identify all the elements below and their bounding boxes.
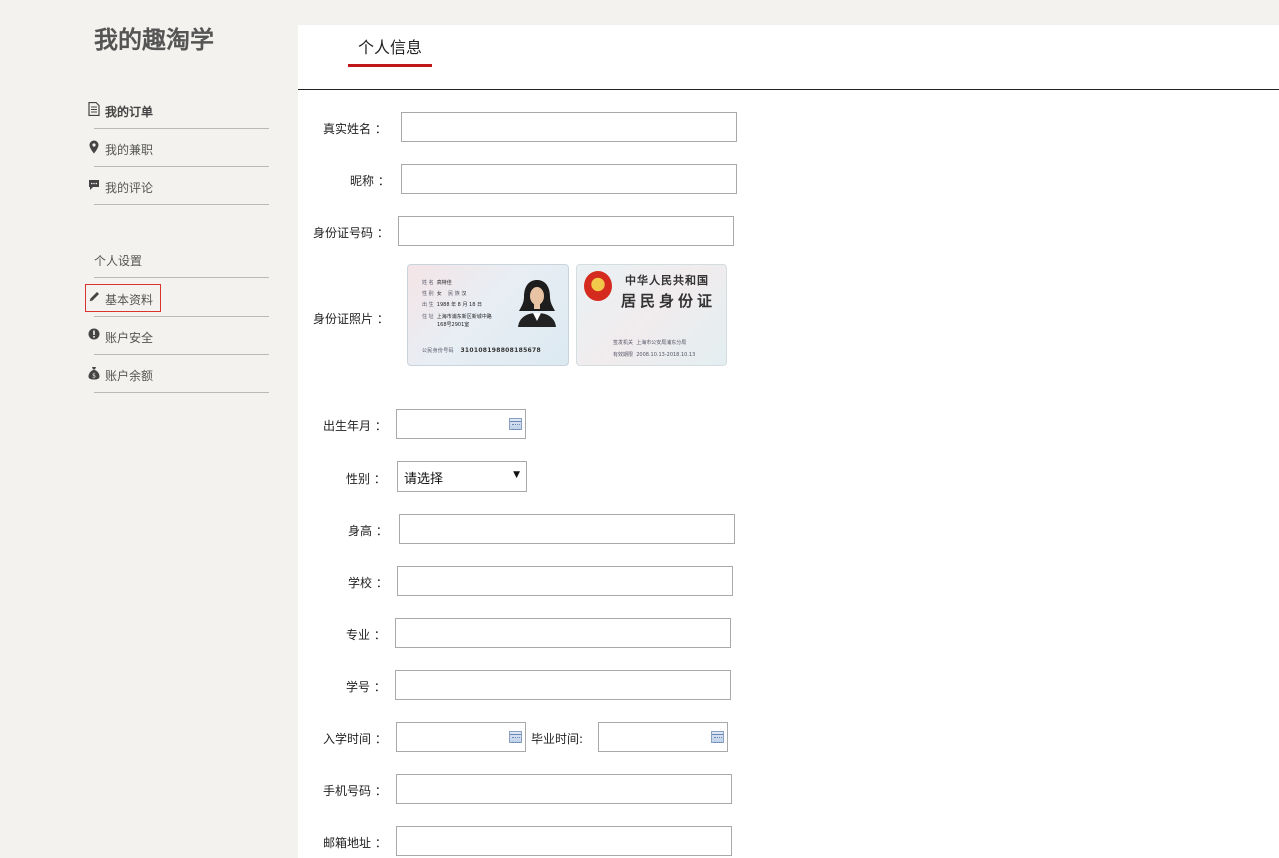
id-address-line1: 上海市浦东新区新城中路: [436, 314, 492, 320]
id-number-label: 身份证号码 ：: [313, 226, 389, 240]
id-address-line2: 168号2901室: [437, 322, 470, 328]
id-ethnicity-key: 民 族: [448, 291, 460, 297]
nickname-label: 昵称 ：: [350, 174, 390, 188]
real-name-label: 真实姓名 ：: [323, 122, 387, 136]
id-back-title2: 居民身份证: [621, 292, 717, 310]
major-input[interactable]: [395, 618, 731, 648]
id-card-front-image[interactable]: 姓 名 高特佳 性 别 女 民 族 汉 出 生 1988 年 8 月 18 日 …: [407, 264, 569, 366]
id-address-key: 住 址: [422, 314, 434, 320]
phone-input[interactable]: [396, 774, 732, 804]
school-label: 学校 ：: [348, 576, 388, 590]
id-birth-key: 出 生: [422, 302, 434, 308]
pencil-icon: [89, 292, 99, 302]
sidebar-item-orders[interactable]: 我的订单: [88, 91, 269, 129]
sidebar-item-account-balance[interactable]: $ 账户余额: [88, 355, 269, 393]
gender-label: 性别 ：: [346, 472, 386, 486]
divider: [298, 89, 1279, 90]
comment-icon: [89, 180, 99, 190]
id-number-value: 310108198808185678: [460, 347, 541, 354]
id-back-title1: 中华人民共和国: [625, 274, 709, 287]
student-number-label: 学号 ：: [346, 680, 386, 694]
birth-label: 出生年月 ：: [323, 419, 387, 433]
sidebar-item-label: 账户安全: [105, 331, 154, 345]
section-title-settings: 个人设置: [94, 240, 269, 278]
sidebar-item-account-security[interactable]: 账户安全: [88, 317, 269, 355]
gender-select-value: 请选择: [404, 472, 444, 487]
major-label: 专业 ：: [346, 628, 386, 642]
id-ethnicity: 汉: [461, 291, 467, 297]
real-name-input[interactable]: [401, 112, 737, 142]
enroll-date-input[interactable]: [396, 722, 526, 752]
sidebar-item-parttime[interactable]: 我的兼职: [89, 129, 269, 167]
student-number-input[interactable]: [395, 670, 731, 700]
id-number-key: 公民身份号码: [422, 348, 454, 354]
height-label: 身高 ：: [348, 524, 388, 538]
main-panel: 个人信息 真实姓名 ： 昵称 ： 身份证号码 ： 身份证照片 ： 姓 名 高特佳…: [298, 25, 1279, 858]
id-gender-key: 性 别: [422, 291, 434, 297]
id-photo-label: 身份证照片 ：: [313, 312, 389, 326]
site-logo[interactable]: 我的趣淘学: [94, 20, 214, 55]
id-validity-key: 有效期限: [613, 352, 634, 358]
money-bag-icon: $: [88, 367, 100, 380]
sidebar-item-basic-info[interactable]: 基本资料: [89, 279, 269, 317]
national-emblem-icon: [584, 271, 612, 301]
school-input[interactable]: [397, 566, 733, 596]
tab-personal-info[interactable]: 个人信息: [358, 34, 422, 58]
calendar-icon[interactable]: [509, 731, 522, 743]
id-validity: 2008.10.13-2018.10.13: [636, 352, 696, 358]
document-icon: [88, 102, 100, 116]
nickname-input[interactable]: [401, 164, 737, 194]
height-input[interactable]: [399, 514, 735, 544]
calendar-icon[interactable]: [711, 731, 724, 743]
sidebar-item-comments[interactable]: 我的评论: [89, 167, 269, 205]
graduate-date-label: 毕业时间:: [531, 732, 584, 746]
tab-active-indicator: [348, 64, 432, 67]
alert-icon: [88, 328, 100, 340]
gender-select[interactable]: 请选择 ▼: [397, 461, 527, 492]
phone-label: 手机号码 ：: [323, 784, 387, 798]
sidebar-item-label: 我的订单: [105, 105, 154, 119]
id-card-back-image[interactable]: 中华人民共和国 居民身份证 签发机关 上海市公安局浦东分局 有效期限 2008.…: [576, 264, 727, 366]
graduate-date-input[interactable]: [598, 722, 728, 752]
email-label: 邮箱地址 ：: [323, 836, 387, 850]
sidebar-item-label: 我的兼职: [105, 143, 154, 157]
sidebar: 我的趣淘学 我的订单 我的兼职 我的评论 个人设置 基本资料 账户安全 $ 账户…: [0, 0, 298, 858]
id-authority-key: 签发机关: [613, 340, 634, 346]
portrait-avatar-icon: [518, 280, 556, 327]
email-input[interactable]: [396, 826, 732, 856]
calendar-icon[interactable]: [509, 418, 522, 430]
sidebar-item-label: 基本资料: [105, 293, 154, 307]
id-name: 高特佳: [436, 280, 452, 286]
map-pin-icon: [89, 140, 99, 154]
sidebar-item-label: 账户余额: [105, 369, 154, 383]
id-gender: 女: [436, 291, 442, 297]
sidebar-item-label: 我的评论: [105, 181, 154, 195]
id-birth: 1988 年 8 月 18 日: [436, 302, 482, 308]
id-name-key: 姓 名: [422, 280, 434, 286]
birth-date-input[interactable]: [396, 409, 526, 439]
id-number-input[interactable]: [398, 216, 734, 246]
svg-text:$: $: [92, 373, 96, 380]
enroll-date-label: 入学时间 ：: [323, 732, 387, 746]
dropdown-arrow-icon: ▼: [513, 470, 520, 480]
id-authority: 上海市公安局浦东分局: [636, 340, 687, 346]
